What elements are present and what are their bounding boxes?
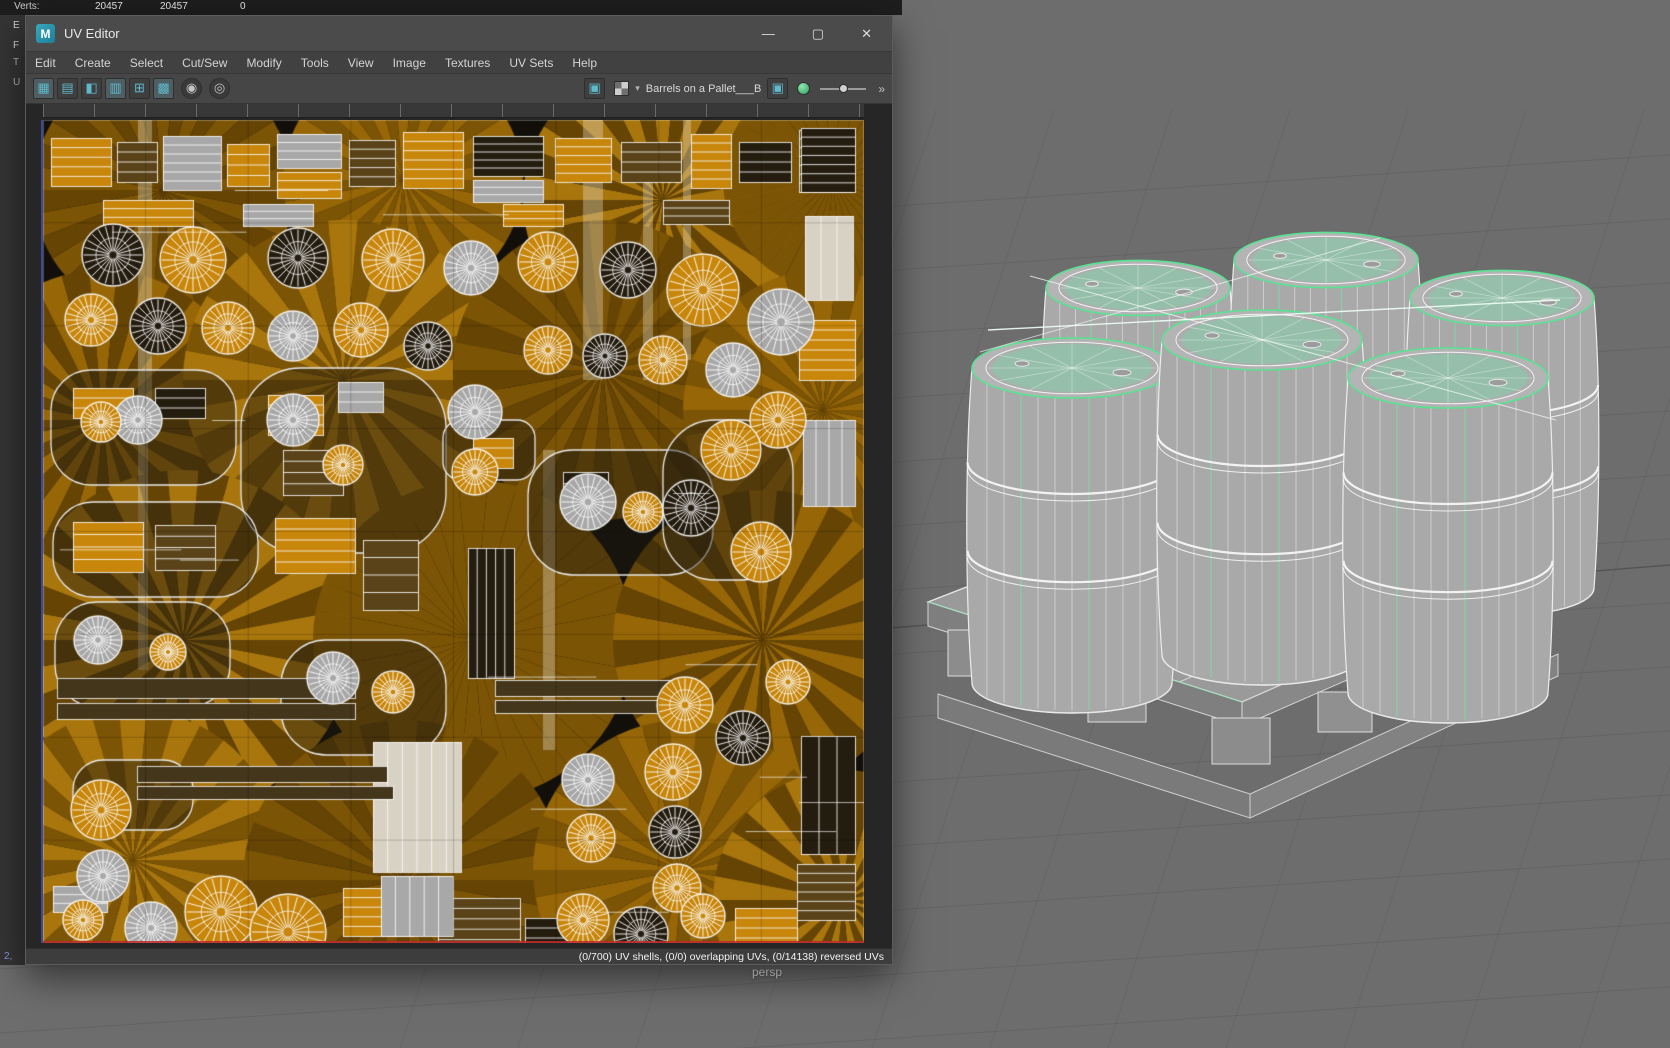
pixel-snap-icon[interactable]: ⊞ xyxy=(129,78,150,99)
camera-label: persp xyxy=(752,965,783,979)
uv-coordinate-readout: 2, xyxy=(4,951,13,962)
uv-lattice-icon[interactable]: ◉ xyxy=(181,78,202,99)
uv-shell-status: (0/700) UV shells, (0/0) overlapping UVs… xyxy=(578,950,884,963)
clipped-label-t: T xyxy=(13,57,20,68)
baked-texture-icon[interactable]: ▣ xyxy=(767,78,789,99)
slider-knob[interactable] xyxy=(838,83,848,93)
clipped-label-f: F xyxy=(13,40,20,51)
titlebar[interactable]: M UV Editor — ▢ ✕ xyxy=(26,16,892,52)
split-view-icon[interactable]: ◧ xyxy=(81,78,102,99)
texture-name-dropdown[interactable]: Barrels on a Pallet___B xyxy=(646,83,762,95)
menu-item-tools[interactable]: Tools xyxy=(301,56,329,70)
maya-app-icon: M xyxy=(36,24,55,43)
heads-up-display: Verts: 20457 20457 0 xyxy=(0,0,902,15)
clipped-label-u: U xyxy=(13,77,21,88)
material-sphere-icon[interactable] xyxy=(797,82,811,95)
stack-shells-icon[interactable]: ▤ xyxy=(57,78,78,99)
image-display-icon[interactable]: ◎ xyxy=(209,78,230,99)
menu-item-help[interactable]: Help xyxy=(572,56,597,70)
uv-canvas-area xyxy=(26,104,892,948)
clipped-label-e: E xyxy=(13,20,20,31)
statusbar: (0/700) UV shells, (0/0) overlapping UVs… xyxy=(26,948,892,964)
menu-item-uvsets[interactable]: UV Sets xyxy=(509,56,553,70)
verts-value-3: 0 xyxy=(240,1,246,12)
verts-value-1: 20457 xyxy=(95,1,123,12)
texture-image-icon[interactable]: ▣ xyxy=(584,78,606,99)
verts-value-2: 20457 xyxy=(160,1,188,12)
grid-display-icon[interactable]: ▥ xyxy=(105,78,126,99)
u-axis-line xyxy=(43,941,864,943)
image-dim-slider[interactable] xyxy=(820,83,867,93)
menu-item-select[interactable]: Select xyxy=(130,56,163,70)
caret-down-icon[interactable]: ▾ xyxy=(635,83,640,94)
menu-item-edit[interactable]: Edit xyxy=(35,56,56,70)
menubar: Edit Create Select Cut/Sew Modify Tools … xyxy=(26,52,892,74)
menu-item-image[interactable]: Image xyxy=(393,56,426,70)
toolbar-overflow-chevron[interactable]: » xyxy=(878,82,885,96)
uv-editor-window: M UV Editor — ▢ ✕ Edit Create Select Cut… xyxy=(25,15,893,965)
menu-item-textures[interactable]: Textures xyxy=(445,56,490,70)
menu-item-view[interactable]: View xyxy=(348,56,374,70)
close-button[interactable]: ✕ xyxy=(861,26,872,42)
minimize-button[interactable]: — xyxy=(762,26,775,42)
uv-texture-canvas[interactable] xyxy=(43,120,864,943)
top-ruler xyxy=(43,104,864,118)
checker-map-icon[interactable] xyxy=(614,81,630,96)
maximize-button[interactable]: ▢ xyxy=(812,26,824,42)
left-panel-edge: E F T U 2, xyxy=(0,15,26,965)
toolbar: ▦ ▤ ◧ ▥ ⊞ ▩ ◉ ◎ ▣ ▾ Barrels on a Pallet_… xyxy=(26,74,892,104)
menu-item-modify[interactable]: Modify xyxy=(246,56,281,70)
menu-item-create[interactable]: Create xyxy=(75,56,111,70)
shade-uvs-icon[interactable]: ▩ xyxy=(153,78,174,99)
verts-label: Verts: xyxy=(14,1,40,12)
tile-view-icon[interactable]: ▦ xyxy=(33,78,54,99)
menu-item-cutsew[interactable]: Cut/Sew xyxy=(182,56,227,70)
window-title: UV Editor xyxy=(64,26,120,41)
